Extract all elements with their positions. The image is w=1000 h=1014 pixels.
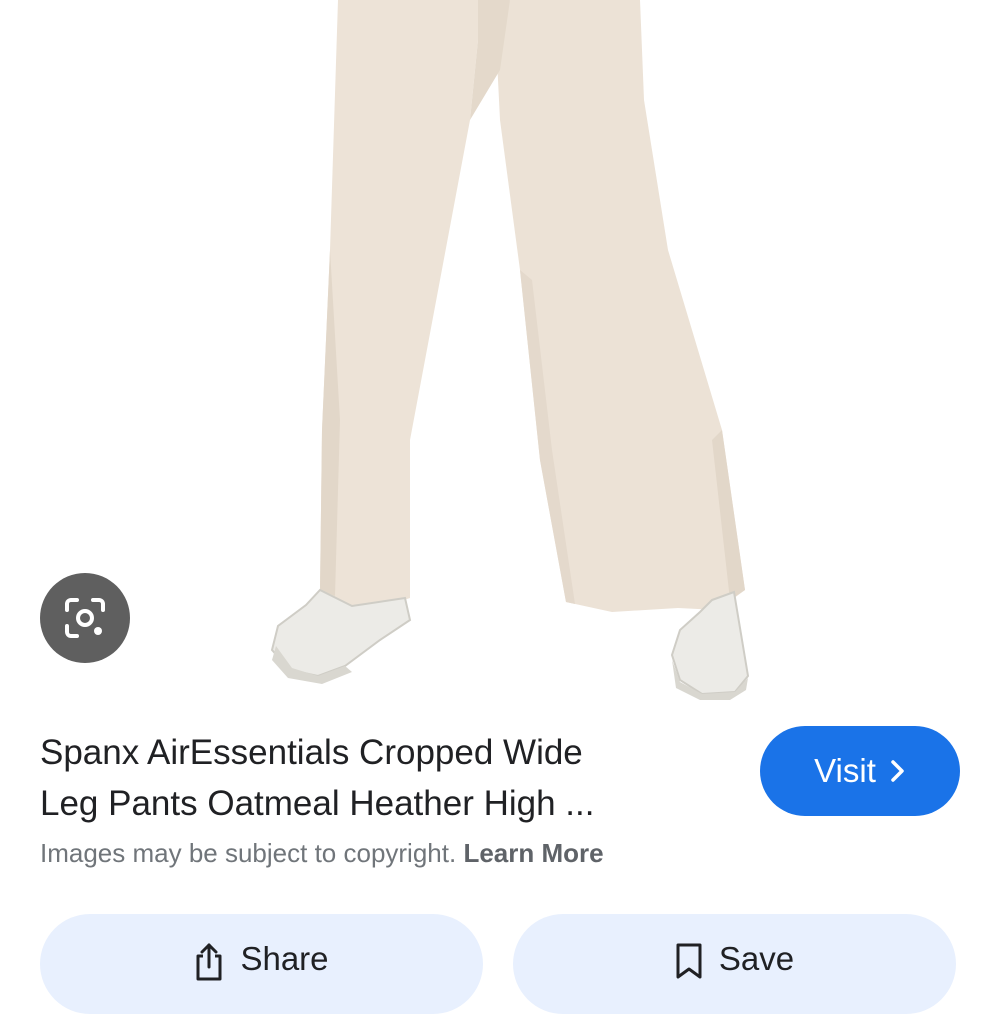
share-icon bbox=[196, 943, 222, 981]
save-label: Save bbox=[718, 940, 795, 977]
share-label: Share bbox=[240, 940, 329, 977]
copyright-notice: Images may be subject to copyright. Lear… bbox=[40, 838, 604, 869]
save-button[interactable]: Save bbox=[513, 914, 956, 1014]
chevron-right-icon bbox=[891, 760, 904, 782]
product-image[interactable] bbox=[0, 0, 1000, 715]
copyright-text: Images may be subject to copyright. bbox=[40, 838, 464, 868]
share-button[interactable]: Share bbox=[40, 914, 483, 1014]
google-lens-button[interactable] bbox=[40, 573, 130, 663]
result-title-line-2: Leg Pants Oatmeal Heather High ... bbox=[40, 784, 595, 823]
learn-more-link[interactable]: Learn More bbox=[463, 838, 603, 868]
visit-label: Visit bbox=[814, 752, 876, 789]
google-lens-icon bbox=[65, 598, 105, 638]
bookmark-icon bbox=[676, 943, 702, 979]
result-title[interactable]: Spanx AirEssentials Cropped Wide Leg Pan… bbox=[40, 727, 720, 829]
pants-illustration bbox=[320, 0, 745, 612]
result-title-line-1: Spanx AirEssentials Cropped Wide bbox=[40, 733, 583, 772]
visit-button[interactable]: Visit bbox=[760, 726, 960, 816]
